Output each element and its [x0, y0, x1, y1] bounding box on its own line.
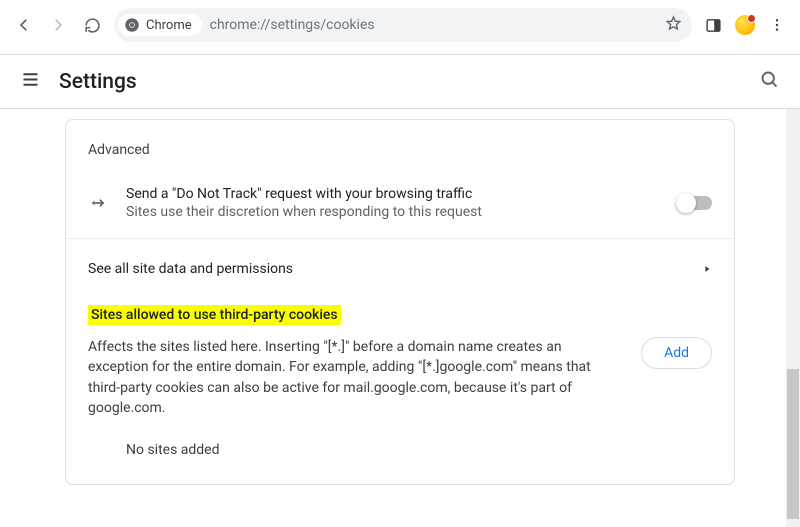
- content-area: Advanced Send a "Do Not Track" request w…: [0, 109, 800, 527]
- chrome-origin-chip: Chrome: [118, 14, 202, 36]
- url-text: chrome://settings/cookies: [210, 17, 657, 33]
- advanced-heading: Advanced: [66, 136, 734, 174]
- menu-dots-icon[interactable]: [766, 14, 788, 36]
- extension-icon[interactable]: [734, 14, 756, 36]
- scrollbar-track[interactable]: [786, 109, 800, 527]
- address-bar[interactable]: Chrome chrome://settings/cookies: [114, 8, 692, 42]
- empty-state-text: No sites added: [66, 432, 734, 458]
- scrollbar-thumb[interactable]: [787, 369, 799, 519]
- hamburger-menu-icon[interactable]: [20, 69, 41, 94]
- settings-card: Advanced Send a "Do Not Track" request w…: [65, 119, 735, 485]
- dnt-toggle[interactable]: [678, 196, 712, 210]
- back-button[interactable]: [12, 13, 36, 37]
- allowed-section-heading: Sites allowed to use third-party cookies: [88, 305, 341, 325]
- dnt-body: Send a "Do Not Track" request with your …: [126, 186, 662, 220]
- dnt-arrow-icon: [88, 193, 110, 213]
- forward-button[interactable]: [46, 13, 70, 37]
- allowed-section-heading-row: Sites allowed to use third-party cookies: [66, 292, 734, 333]
- bookmark-star-icon[interactable]: [665, 15, 682, 36]
- allowed-description: Affects the sites listed here. Inserting…: [88, 337, 625, 418]
- row-divider: [66, 238, 734, 239]
- side-panel-icon[interactable]: [702, 14, 724, 36]
- chevron-right-icon: [702, 259, 712, 278]
- dnt-row: Send a "Do Not Track" request with your …: [66, 174, 734, 232]
- site-data-link[interactable]: See all site data and permissions: [66, 245, 734, 292]
- browser-toolbar: Chrome chrome://settings/cookies: [0, 0, 800, 50]
- dnt-subtitle: Sites use their discretion when respondi…: [126, 204, 662, 220]
- settings-header: Settings: [0, 55, 800, 108]
- search-icon[interactable]: [759, 69, 780, 94]
- site-data-link-text: See all site data and permissions: [88, 261, 702, 277]
- allowed-description-row: Affects the sites listed here. Inserting…: [66, 333, 734, 432]
- chrome-chip-label: Chrome: [146, 18, 192, 33]
- page-title: Settings: [59, 70, 741, 94]
- reload-button[interactable]: [80, 13, 104, 37]
- dnt-title: Send a "Do Not Track" request with your …: [126, 186, 662, 202]
- add-button[interactable]: Add: [641, 337, 712, 369]
